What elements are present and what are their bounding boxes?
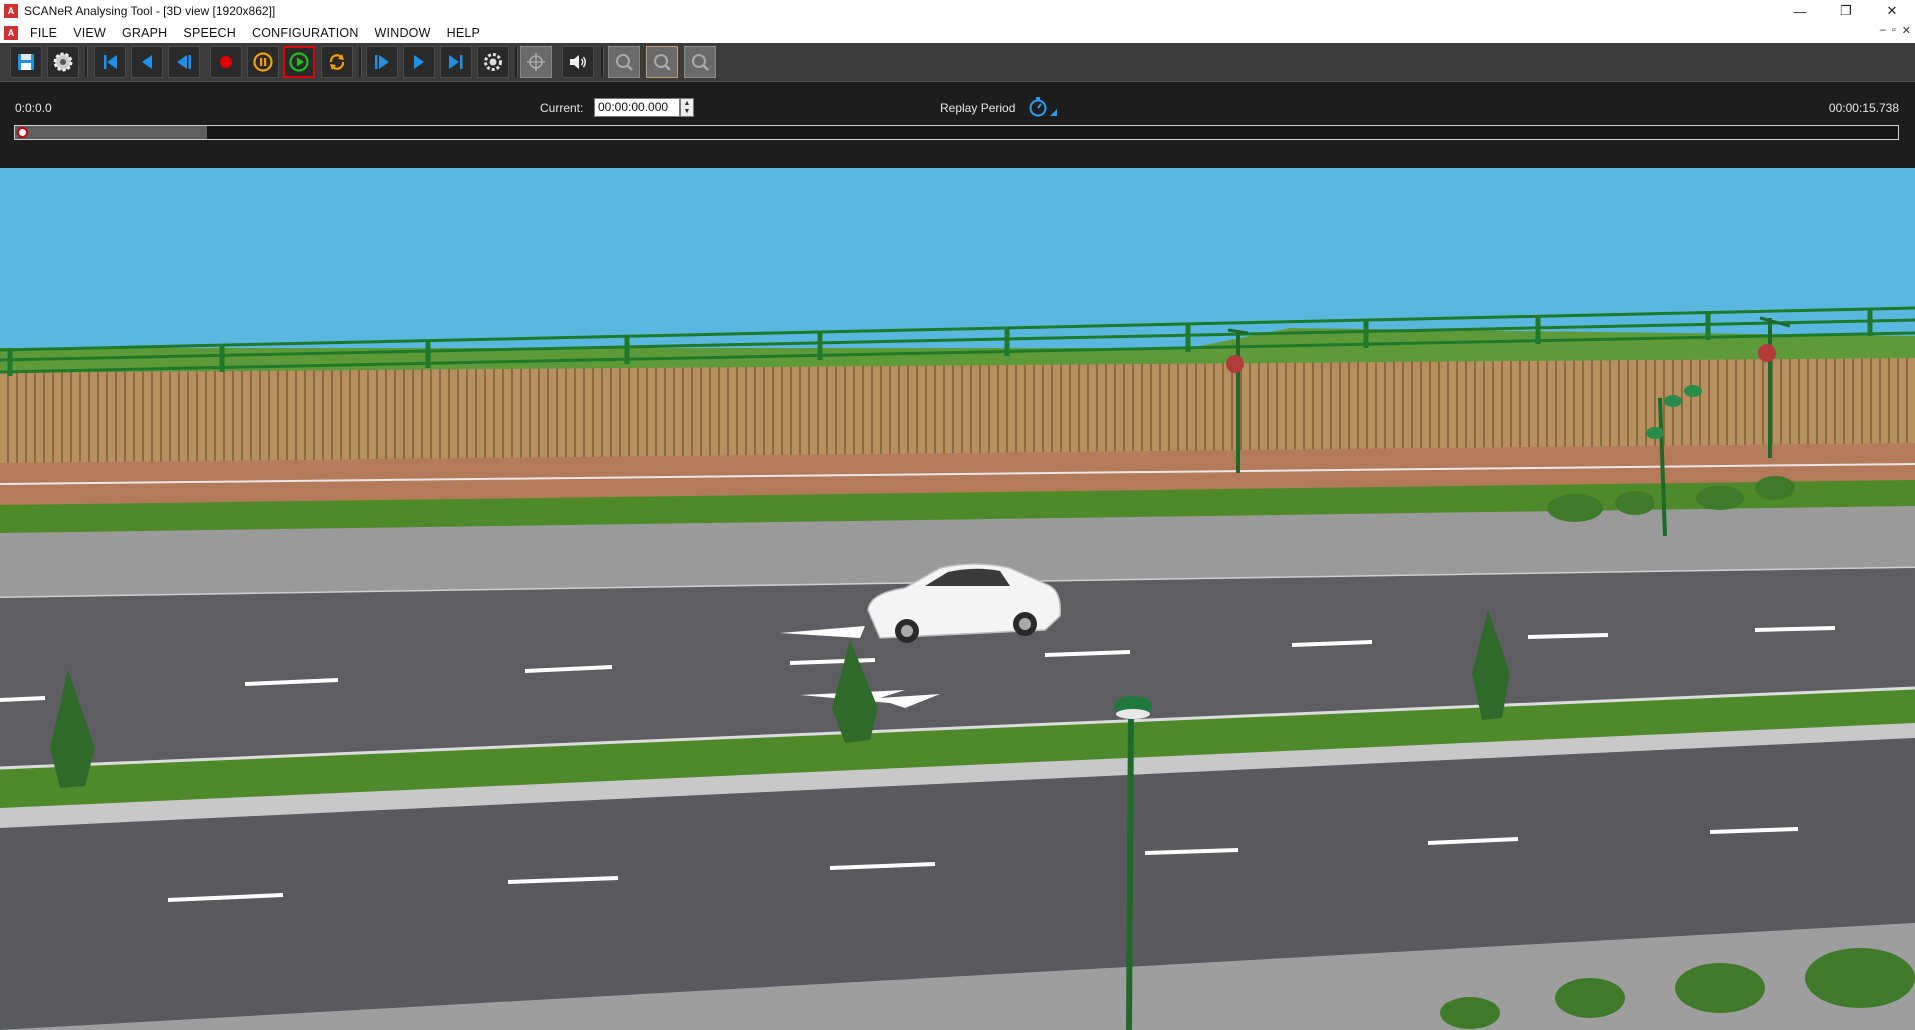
zoom-y-icon: [692, 54, 709, 71]
pause-button[interactable]: [247, 46, 279, 78]
spin-up-icon[interactable]: ▲: [684, 100, 691, 108]
timeline-position-handle[interactable]: [17, 127, 28, 138]
menu-speech[interactable]: SPEECH: [175, 26, 244, 40]
record-button[interactable]: [210, 46, 242, 78]
play-reverse-button[interactable]: [168, 46, 200, 78]
timeline-panel: 0:0:0.0 Current: 00:00:00.000 ▲ ▼ Replay …: [0, 82, 1915, 168]
toolbar-separator: [515, 47, 518, 77]
zoom-y-button[interactable]: [684, 46, 716, 78]
crosshair-icon: [527, 53, 545, 71]
toolbar-separator: [601, 47, 604, 77]
menu-window[interactable]: WINDOW: [367, 26, 439, 40]
camera-settings-button[interactable]: [477, 46, 509, 78]
mdi-close-button[interactable]: ✕: [1902, 24, 1911, 37]
spin-down-icon[interactable]: ▼: [684, 108, 691, 116]
skip-to-end-icon: [449, 55, 463, 69]
skip-to-start-icon: [104, 55, 117, 69]
menu-view[interactable]: VIEW: [65, 26, 114, 40]
save-button[interactable]: [10, 46, 42, 78]
play-reverse-icon: [177, 55, 191, 69]
playback-toolbar: [0, 43, 1915, 82]
zoom-fit-icon: [654, 54, 671, 71]
toolbar-separator: [359, 47, 362, 77]
3d-view[interactable]: [0, 168, 1915, 1030]
speaker-icon: [570, 55, 586, 69]
step-back-button[interactable]: [131, 46, 163, 78]
loop-button[interactable]: [321, 46, 353, 78]
camera-gear-icon: [484, 53, 502, 71]
app-icon: A: [4, 4, 18, 18]
sound-button[interactable]: [562, 46, 594, 78]
window-title: SCANeR Analysing Tool - [3D view [1920x8…: [24, 4, 276, 18]
settings-button[interactable]: [47, 46, 79, 78]
timeline-buffered-fill: [15, 126, 208, 139]
mdi-restore-button[interactable]: ▫: [1892, 24, 1896, 37]
current-time-field[interactable]: 00:00:00.000: [594, 98, 680, 117]
play-icon: [289, 52, 309, 72]
timeline-slider[interactable]: [14, 125, 1899, 140]
step-forward-icon: [414, 55, 424, 69]
menu-file[interactable]: FILE: [22, 26, 65, 40]
menu-help[interactable]: HELP: [439, 26, 488, 40]
zoom-fit-button[interactable]: [646, 46, 678, 78]
go-to-start-button[interactable]: [94, 46, 126, 78]
play-button[interactable]: [283, 46, 315, 78]
step-forward-button[interactable]: [403, 46, 435, 78]
mdi-minimize-button[interactable]: ‒: [1880, 24, 1886, 37]
toolbar-separator: [85, 47, 88, 77]
current-label: Current:: [540, 101, 584, 115]
menu-configuration[interactable]: CONFIGURATION: [244, 26, 367, 40]
restore-button[interactable]: ❐: [1823, 0, 1869, 22]
pause-icon: [253, 52, 273, 72]
close-button[interactable]: ✕: [1869, 0, 1915, 22]
window-controls: — ❐ ✕: [1777, 0, 1915, 22]
play-forward-button[interactable]: [366, 46, 398, 78]
minimize-button[interactable]: —: [1777, 0, 1823, 22]
zoom-x-icon: [616, 54, 633, 71]
gear-icon: [53, 52, 73, 72]
go-to-end-button[interactable]: [440, 46, 472, 78]
current-time-spinner[interactable]: ▲ ▼: [680, 98, 694, 117]
menu-bar: A FILE VIEW GRAPH SPEECH CONFIGURATION W…: [0, 22, 1915, 43]
zoom-x-button[interactable]: [608, 46, 640, 78]
mdi-controls: ‒ ▫ ✕: [1880, 24, 1911, 37]
start-time: 0:0:0.0: [15, 101, 52, 115]
record-icon: [220, 56, 232, 68]
title-bar: A SCANeR Analysing Tool - [3D view [1920…: [0, 0, 1915, 22]
mdi-app-icon[interactable]: A: [4, 25, 18, 40]
step-back-icon: [142, 55, 152, 69]
loop-icon: [329, 54, 345, 70]
stopwatch-icon[interactable]: [1026, 96, 1060, 118]
3d-scene: [0, 168, 1915, 1030]
play-forward-icon: [375, 55, 389, 69]
menu-graph[interactable]: GRAPH: [114, 26, 175, 40]
crosshair-button[interactable]: [520, 46, 552, 78]
floppy-disk-icon: [18, 54, 34, 70]
replay-period-label: Replay Period: [940, 101, 1016, 115]
end-time: 00:00:15.738: [1828, 101, 1899, 115]
